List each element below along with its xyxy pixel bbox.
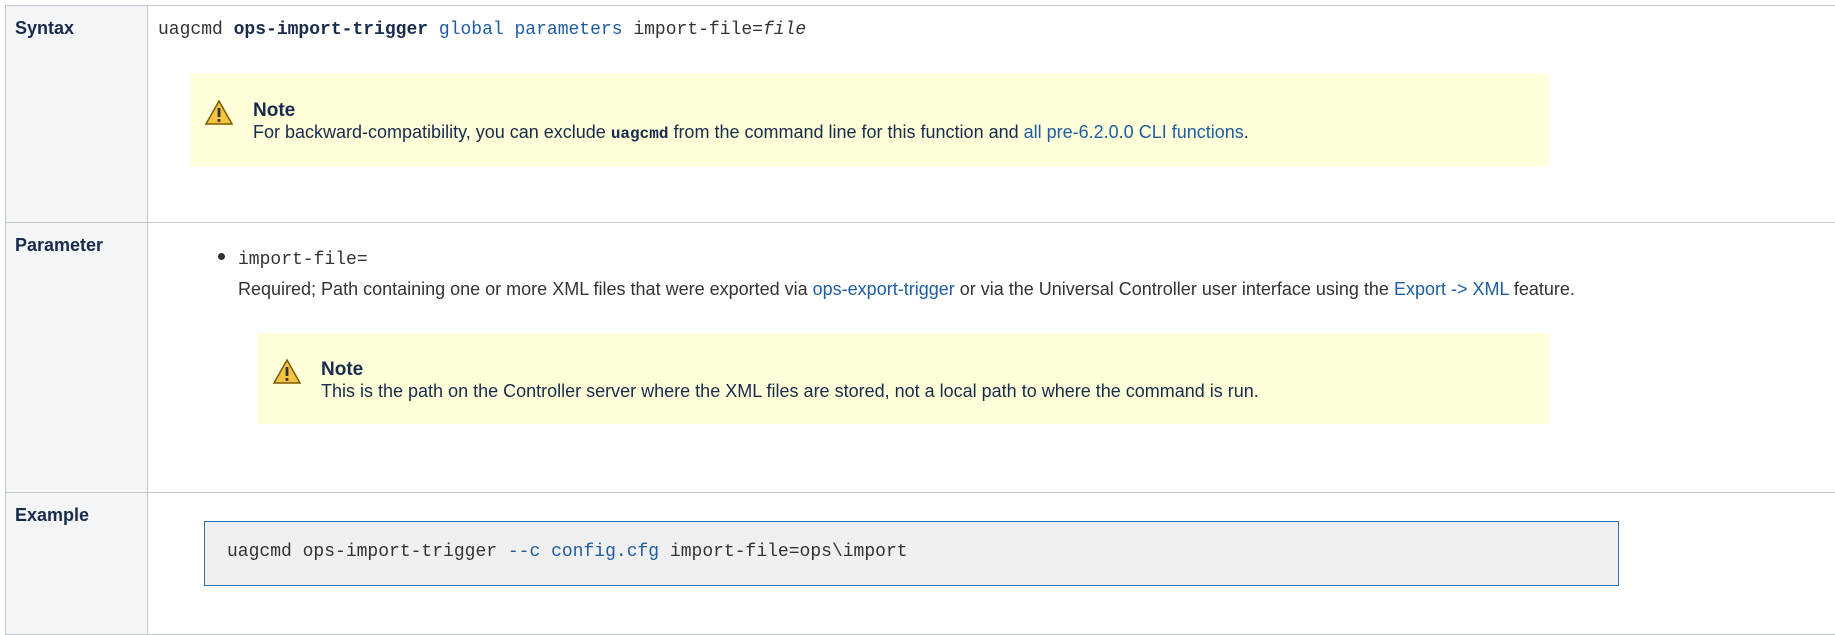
- syntax-label-cell: Syntax: [6, 6, 148, 223]
- syntax-rest: import-file=: [623, 20, 763, 40]
- syntax-row: Syntax uagcmd ops-import-trigger global …: [6, 6, 1835, 223]
- note-text: This is the path on the Controller serve…: [321, 381, 1259, 402]
- example-row: Example uagcmd ops-import-trigger --c co…: [6, 493, 1835, 635]
- example-content-cell: uagcmd ops-import-trigger --c config.cfg…: [148, 493, 1835, 635]
- param-desc-middle: or via the Universal Controller user int…: [955, 279, 1394, 299]
- parameters-link[interactable]: parameters: [515, 20, 623, 40]
- syntax-arg: file: [763, 20, 806, 40]
- parameter-row: Parameter import-file= Required; Path co…: [6, 223, 1835, 493]
- parameter-label: Parameter: [6, 223, 147, 256]
- warning-icon: [272, 357, 302, 387]
- param-desc-before: Required; Path containing one or more XM…: [238, 279, 813, 299]
- parameter-label-cell: Parameter: [6, 223, 148, 493]
- note-text-before: For backward-compatibility, you can excl…: [253, 122, 611, 142]
- command-reference-table: Syntax uagcmd ops-import-trigger global …: [5, 5, 1835, 635]
- example-code-line: uagcmd ops-import-trigger --c config.cfg…: [227, 542, 908, 562]
- syntax-cmd: uagcmd: [158, 20, 234, 40]
- note-text-middle: from the command line for this function …: [668, 122, 1023, 142]
- example-code-block: uagcmd ops-import-trigger --c config.cfg…: [204, 521, 1619, 586]
- param-desc-after: feature.: [1509, 279, 1575, 299]
- code-after: import-file=ops\import: [659, 542, 907, 562]
- parameter-content-cell: import-file= Required; Path containing o…: [148, 223, 1835, 493]
- example-label-cell: Example: [6, 493, 148, 635]
- note-text: For backward-compatibility, you can excl…: [253, 122, 1249, 143]
- cli-functions-link[interactable]: all pre-6.2.0.0 CLI functions: [1024, 122, 1244, 142]
- code-config-file: config.cfg: [551, 542, 659, 562]
- syntax-content-cell: uagcmd ops-import-trigger global paramet…: [148, 6, 1835, 223]
- note-text-after: .: [1244, 122, 1249, 142]
- bullet-icon: [218, 253, 225, 260]
- parameter-note-box: Note This is the path on the Controller …: [258, 333, 1549, 424]
- warning-icon: [204, 98, 234, 128]
- syntax-note-box: Note For backward-compatibility, you can…: [190, 74, 1549, 166]
- note-title: Note: [253, 100, 295, 122]
- syntax-space: [428, 20, 439, 40]
- syntax-function-name: ops-import-trigger: [234, 20, 428, 40]
- export-xml-link[interactable]: Export -> XML: [1394, 279, 1509, 299]
- code-space: [540, 542, 551, 562]
- syntax-command: uagcmd ops-import-trigger global paramet…: [158, 20, 806, 40]
- code-before: uagcmd ops-import-trigger: [227, 542, 508, 562]
- note-title: Note: [321, 359, 363, 381]
- global-link[interactable]: global: [439, 20, 504, 40]
- syntax-space: [504, 20, 515, 40]
- example-label: Example: [6, 493, 147, 526]
- ops-export-trigger-link[interactable]: ops-export-trigger: [813, 279, 955, 299]
- note-code: uagcmd: [611, 125, 669, 143]
- code-option: --c: [508, 542, 540, 562]
- parameter-description: Required; Path containing one or more XM…: [238, 279, 1575, 300]
- parameter-name: import-file=: [238, 250, 368, 270]
- syntax-label: Syntax: [6, 6, 147, 39]
